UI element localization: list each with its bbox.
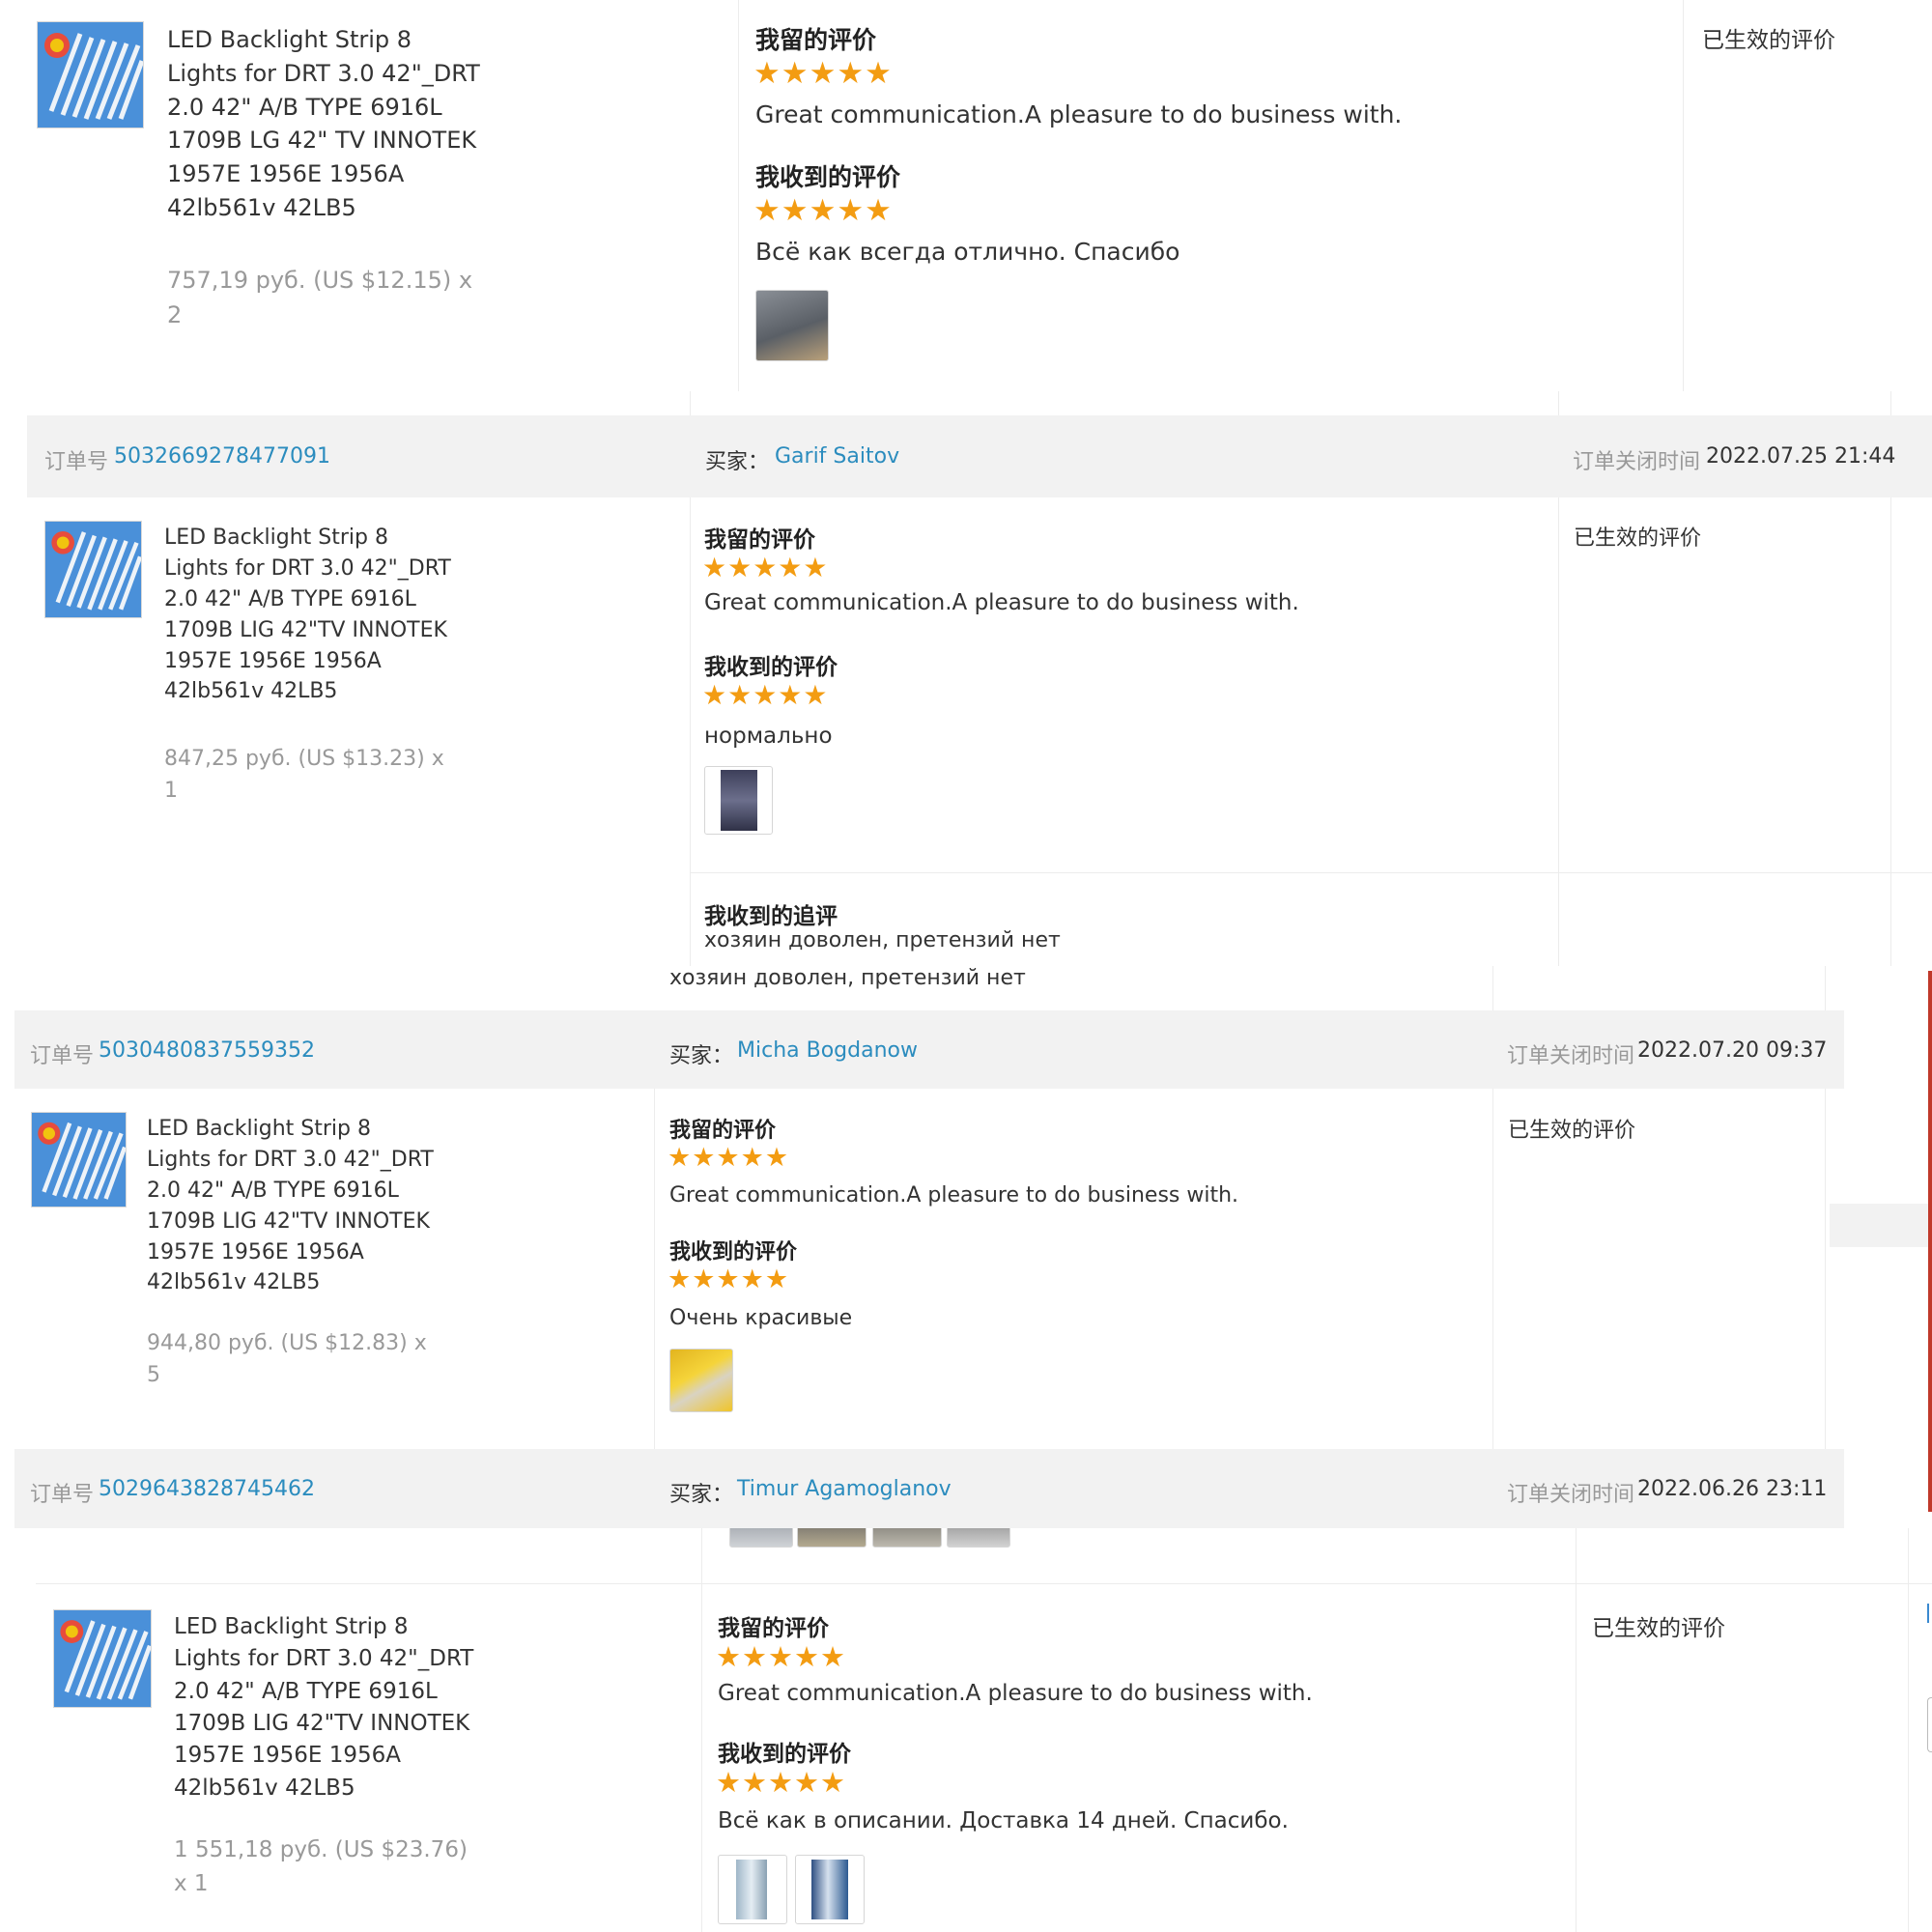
- product-price: 847,25 руб. (US $13.23) x 1: [164, 747, 444, 803]
- received-review-title: 我收到的评价: [669, 1240, 798, 1264]
- received-review-stars: ★★★★★: [668, 1264, 790, 1294]
- my-review-text: Great communication.A pleasure to do bus…: [718, 1681, 1313, 1706]
- my-review-stars: ★★★★★: [702, 552, 829, 583]
- close-time-label: 订单关闭时间: [1573, 450, 1701, 474]
- product-title[interactable]: LED Backlight Strip 8 Lights for DRT 3.0…: [147, 1114, 434, 1298]
- product-thumbnail[interactable]: [53, 1609, 152, 1708]
- my-review-stars: ★★★★★: [716, 1640, 846, 1673]
- review-photo-clipped[interactable]: [797, 1528, 867, 1548]
- order-number-label: 订单号: [44, 450, 109, 474]
- review-photo[interactable]: [718, 1855, 787, 1924]
- received-review-text: Всё как в описании. Доставка 14 дней. Сп…: [718, 1808, 1289, 1833]
- review-photo[interactable]: [669, 1349, 733, 1412]
- close-time-value: 2022.07.25 21:44: [1706, 444, 1896, 469]
- order-number-link[interactable]: 5029643828745462: [99, 1477, 315, 1501]
- review-status: 已生效的评价: [1508, 1119, 1636, 1143]
- review-photo-clipped[interactable]: [729, 1528, 793, 1548]
- buyer-label: 买家：: [669, 1044, 734, 1068]
- order-header: 订单号 5032669278477091 买家： Garif Saitov 订单…: [27, 415, 1932, 497]
- led-strip-image: [45, 522, 141, 617]
- product-title[interactable]: LED Backlight Strip 8 Lights for DRT 3.0…: [164, 523, 451, 707]
- received-review-title: 我收到的评价: [718, 1742, 851, 1767]
- review-block-2: 订单号 5032669278477091 买家： Garif Saitov 订单…: [27, 391, 1932, 966]
- my-review-title: 我留的评价: [755, 26, 877, 54]
- received-review-title: 我收到的评价: [755, 163, 901, 191]
- review-status: 已生效的评价: [1592, 1616, 1725, 1641]
- order-number-link[interactable]: 5032669278477091: [114, 444, 330, 469]
- review-photo-clipped[interactable]: [872, 1528, 942, 1548]
- close-time-label: 订单关闭时间: [1507, 1483, 1635, 1507]
- order-number-label: 订单号: [30, 1483, 95, 1507]
- product-price: 757,19 руб. (US $12.15) x 2: [167, 267, 473, 328]
- close-time-value: 2022.07.20 09:37: [1637, 1038, 1828, 1063]
- received-review-stars: ★★★★★: [753, 193, 893, 228]
- my-review-stars: ★★★★★: [668, 1143, 790, 1173]
- review-status: 已生效的评价: [1702, 28, 1835, 53]
- review-photo[interactable]: [755, 290, 829, 361]
- product-price: 1 551,18 руб. (US $23.76) x 1: [174, 1837, 468, 1896]
- order-header: 订单号 5029643828745462 买家： Timur Agamoglan…: [14, 1449, 1844, 1528]
- review-photo[interactable]: [795, 1855, 865, 1924]
- my-review-text: Great communication.A pleasure to do bus…: [669, 1183, 1239, 1208]
- my-review-title: 我留的评价: [669, 1119, 777, 1143]
- followup-overflow-text: хозяин доволен, претензий нет: [669, 966, 1026, 990]
- led-strip-image: [54, 1610, 151, 1707]
- buyer-name-link[interactable]: Micha Bogdanow: [737, 1038, 918, 1063]
- received-review-stars: ★★★★★: [716, 1766, 846, 1799]
- led-strip-image: [32, 1113, 126, 1207]
- led-strip-image: [38, 22, 143, 128]
- review-block-3: хозяин доволен, претензий нет 订单号 503048…: [14, 966, 1932, 1449]
- review-status: 已生效的评价: [1574, 526, 1702, 551]
- review-block-1: LED Backlight Strip 8 Lights for DRT 3.0…: [0, 0, 1932, 391]
- my-review-text: Great communication.A pleasure to do bus…: [704, 590, 1299, 615]
- review-photo-clipped[interactable]: [947, 1528, 1010, 1548]
- close-time-value: 2022.06.26 23:11: [1637, 1477, 1828, 1501]
- review-photo[interactable]: [704, 766, 773, 835]
- my-review-text: Great communication.A pleasure to do bus…: [755, 100, 1403, 128]
- received-followup-text: хозяин доволен, претензий нет: [704, 928, 1061, 952]
- received-followup-title: 我收到的追评: [704, 904, 838, 929]
- review-block-5: LED Backlight Strip 8 Lights for DRT 3.0…: [14, 1528, 1932, 1932]
- buyer-name-link[interactable]: Timur Agamoglanov: [737, 1477, 952, 1501]
- buyer-label: 买家：: [705, 450, 770, 474]
- my-review-stars: ★★★★★: [753, 56, 893, 91]
- order-number-label: 订单号: [30, 1044, 95, 1068]
- received-review-text: Всё как всегда отлично. Спасибо: [755, 238, 1180, 266]
- product-price: 944,80 руб. (US $12.83) x 5: [147, 1331, 427, 1387]
- product-thumbnail[interactable]: [44, 521, 142, 618]
- buyer-label: 买家：: [669, 1483, 734, 1507]
- product-thumbnail[interactable]: [37, 21, 144, 128]
- product-title[interactable]: LED Backlight Strip 8 Lights for DRT 3.0…: [174, 1611, 473, 1804]
- received-review-text: нормально: [704, 724, 833, 749]
- order-number-link[interactable]: 5030480837559352: [99, 1038, 315, 1063]
- received-review-stars: ★★★★★: [702, 679, 829, 711]
- close-time-label: 订单关闭时间: [1507, 1044, 1635, 1068]
- received-review-text: Очень красивые: [669, 1306, 853, 1330]
- review-block-4: 订单号 5029643828745462 买家： Timur Agamoglan…: [14, 1449, 1932, 1528]
- order-header: 订单号 5030480837559352 买家： Micha Bogdanow …: [14, 1010, 1844, 1089]
- my-review-title: 我留的评价: [718, 1616, 829, 1641]
- my-review-title: 我留的评价: [704, 527, 815, 553]
- right-edge-marker: [1928, 971, 1932, 1512]
- received-review-title: 我收到的评价: [704, 655, 838, 680]
- product-title[interactable]: LED Backlight Strip 8 Lights for DRT 3.0…: [167, 23, 480, 225]
- buyer-name-link[interactable]: Garif Saitov: [775, 444, 899, 469]
- product-thumbnail[interactable]: [31, 1112, 127, 1208]
